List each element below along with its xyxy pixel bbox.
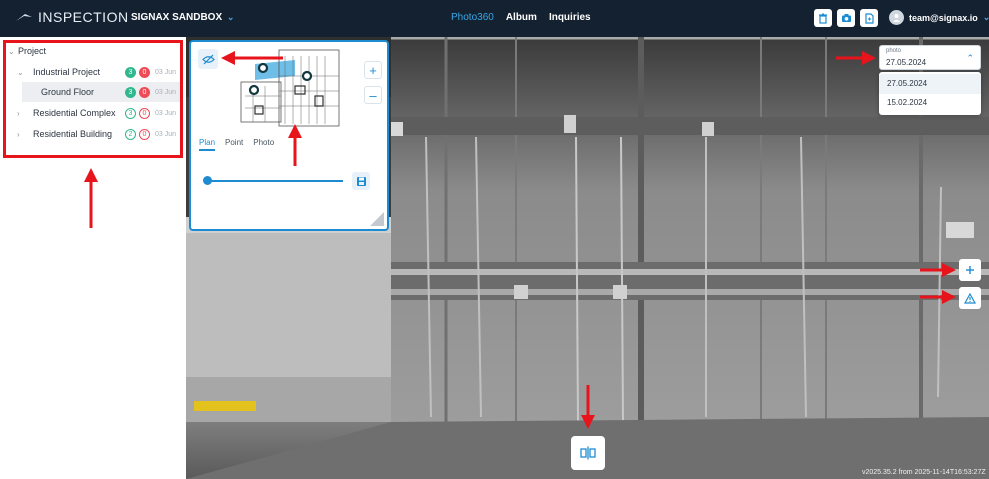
resize-handle[interactable] [370,212,384,226]
camera-icon [841,14,851,22]
camera-button[interactable] [837,9,855,27]
photo-select-label: photo [886,48,902,54]
workspace-name: SIGNAX SANDBOX [131,12,223,23]
chevron-down-icon: ⌄ [226,12,235,22]
plus-icon [966,266,974,274]
warning-icon [964,292,976,304]
date-option[interactable]: 15.02.2024 [879,93,981,113]
camera-point-marker[interactable] [301,70,313,82]
app-title: INSPECTION [38,9,129,25]
minimap-tabs: Plan Point Photo [199,138,274,151]
camera-point-marker[interactable] [257,62,269,74]
delete-icon [819,13,827,24]
zoom-in-button[interactable]: + [364,61,382,79]
version-text: v2025.35.2 from 2025-11-14T16:53:27Z [862,469,986,476]
annotation-arrow-left [221,51,283,65]
photo-date-select[interactable]: photo 27.05.2024 ⌃ [879,45,981,70]
user-icon [893,14,900,22]
annotation-arrow-up [288,124,302,166]
minus-icon: – [369,87,377,103]
add-issue-button[interactable] [959,287,981,309]
tab-photo[interactable]: Photo [253,138,274,151]
plus-icon: + [369,62,377,78]
nav-inquiries[interactable]: Inquiries [549,12,591,23]
eye-off-icon [201,54,215,64]
chevron-down-icon: ⌄ [982,12,989,22]
nav-photo360[interactable]: Photo360 [451,12,494,23]
opacity-slider[interactable] [205,180,343,182]
slider-handle[interactable] [203,176,212,185]
save-button[interactable] [352,172,370,190]
avatar [889,10,904,25]
annotation-highlight-box [3,40,183,158]
split-view-icon [580,446,596,460]
annotation-arrow-down [581,385,595,429]
nav-album[interactable]: Album [506,12,537,23]
tab-plan[interactable]: Plan [199,138,216,151]
logo-icon [16,14,32,21]
compare-button[interactable] [571,436,605,470]
save-icon [356,176,366,186]
user-menu[interactable]: team@signax.io ⌄ [889,10,989,25]
tab-point[interactable]: Point [225,138,243,151]
date-option[interactable]: 27.05.2024 [879,74,981,94]
annotation-arrow-right [920,290,956,304]
add-point-button[interactable] [959,259,981,281]
document-button[interactable] [860,9,878,27]
annotation-arrow-up [84,168,98,228]
main-nav: Photo360 Album Inquiries [451,12,591,23]
hide-minimap-button[interactable] [198,49,218,69]
app-logo[interactable]: INSPECTION ⌄ [16,9,147,25]
delete-button[interactable] [814,9,832,27]
zoom-out-button[interactable]: – [364,86,382,104]
photo-select-value: 27.05.2024 [886,58,927,67]
chevron-up-icon: ⌃ [966,53,974,63]
annotation-arrow-right [920,263,956,277]
user-email: team@signax.io [909,12,978,23]
annotation-arrow-right [836,51,876,65]
top-bar: INSPECTION ⌄ SIGNAX SANDBOX ⌄ Photo360 A… [0,0,989,37]
camera-point-marker[interactable] [248,84,260,96]
workspace-selector[interactable]: SIGNAX SANDBOX ⌄ [131,12,234,23]
document-icon [864,12,874,24]
photo-date-options: 27.05.2024 15.02.2024 [879,72,981,115]
